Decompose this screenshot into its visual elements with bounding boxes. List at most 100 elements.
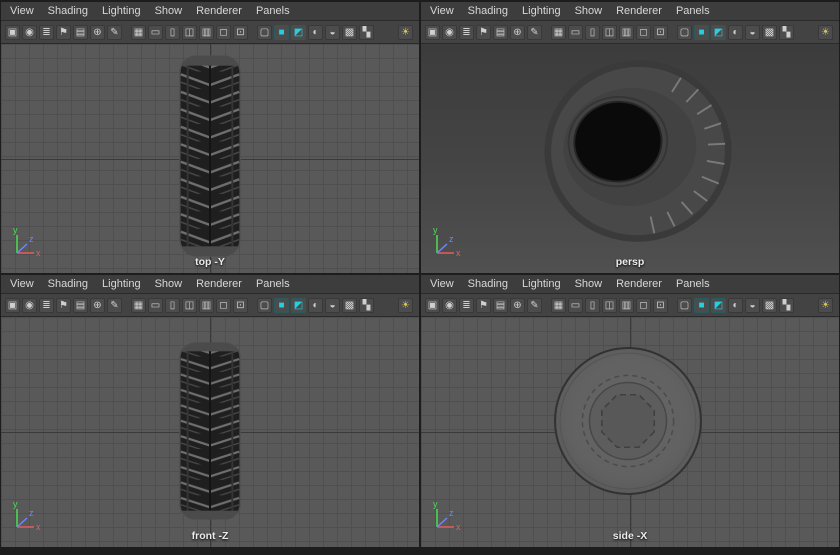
menu-lighting[interactable]: Lighting [515, 3, 568, 19]
select-camera-icon[interactable]: ▣ [425, 297, 440, 313]
film-gate-icon[interactable]: ▭ [568, 297, 583, 313]
field-chart-icon[interactable]: ▥ [619, 24, 634, 40]
select-camera-icon[interactable]: ▣ [5, 297, 20, 313]
resolution-gate-icon[interactable]: ▯ [585, 24, 600, 40]
ao-icon[interactable]: ▩ [342, 297, 357, 313]
gate-mask-icon[interactable]: ◫ [602, 24, 617, 40]
menu-shading[interactable]: Shading [461, 3, 515, 19]
textured-icon[interactable]: ◩ [711, 297, 726, 313]
resolution-gate-icon[interactable]: ▯ [585, 297, 600, 313]
bookmark-icon[interactable]: ⚑ [476, 297, 491, 313]
textured-icon[interactable]: ◩ [291, 297, 306, 313]
image-plane-icon[interactable]: ▤ [73, 297, 88, 313]
film-gate-icon[interactable]: ▭ [148, 297, 163, 313]
gate-mask-icon[interactable]: ◫ [602, 297, 617, 313]
shadows-icon[interactable]: ◒ [745, 297, 760, 313]
safe-action-icon[interactable]: ◻ [216, 297, 231, 313]
checker-icon[interactable]: ▚ [779, 297, 794, 313]
shaded-icon[interactable]: ■ [694, 297, 709, 313]
safe-action-icon[interactable]: ◻ [216, 24, 231, 40]
image-plane-icon[interactable]: ▤ [493, 297, 508, 313]
select-camera-icon[interactable]: ▣ [425, 24, 440, 40]
grease-pencil-icon[interactable]: ✎ [107, 297, 122, 313]
wireframe-icon[interactable]: ▢ [677, 24, 692, 40]
field-chart-icon[interactable]: ▥ [619, 297, 634, 313]
viewport-persp[interactable]: View Shading Lighting Show Renderer Panels ▣ ◉… [421, 2, 839, 273]
ao-icon[interactable]: ▩ [762, 24, 777, 40]
safe-action-icon[interactable]: ◻ [636, 24, 651, 40]
safe-action-icon[interactable]: ◻ [636, 297, 651, 313]
default-light-bulb-icon[interactable]: ☀ [818, 24, 833, 40]
menu-renderer[interactable]: Renderer [189, 3, 249, 19]
gate-mask-icon[interactable]: ◫ [182, 24, 197, 40]
pan-zoom-icon[interactable]: ⊕ [510, 297, 525, 313]
textured-icon[interactable]: ◩ [711, 24, 726, 40]
menu-view[interactable]: View [3, 3, 41, 19]
wireframe-icon[interactable]: ▢ [677, 297, 692, 313]
default-light-bulb-icon[interactable]: ☀ [398, 24, 413, 40]
menu-show[interactable]: Show [568, 3, 610, 19]
viewport-top-canvas[interactable]: y x z top -Y [1, 44, 419, 273]
menu-panels[interactable]: Panels [669, 3, 717, 19]
bookmark-icon[interactable]: ⚑ [476, 24, 491, 40]
lock-camera-icon[interactable]: ◉ [442, 24, 457, 40]
grease-pencil-icon[interactable]: ✎ [527, 297, 542, 313]
menu-lighting[interactable]: Lighting [515, 276, 568, 292]
menu-panels[interactable]: Panels [669, 276, 717, 292]
use-lights-icon[interactable]: ◐ [728, 24, 743, 40]
menu-view[interactable]: View [3, 276, 41, 292]
menu-lighting[interactable]: Lighting [95, 276, 148, 292]
use-lights-icon[interactable]: ◐ [308, 297, 323, 313]
ao-icon[interactable]: ▩ [342, 24, 357, 40]
camera-attributes-icon[interactable]: ≣ [459, 297, 474, 313]
image-plane-icon[interactable]: ▤ [73, 24, 88, 40]
menu-show[interactable]: Show [148, 3, 190, 19]
camera-attributes-icon[interactable]: ≣ [459, 24, 474, 40]
select-camera-icon[interactable]: ▣ [5, 24, 20, 40]
default-light-bulb-icon[interactable]: ☀ [818, 297, 833, 313]
safe-title-icon[interactable]: ⊡ [233, 297, 248, 313]
grease-pencil-icon[interactable]: ✎ [107, 24, 122, 40]
checker-icon[interactable]: ▚ [359, 297, 374, 313]
checker-icon[interactable]: ▚ [359, 24, 374, 40]
safe-title-icon[interactable]: ⊡ [233, 24, 248, 40]
viewport-persp-canvas[interactable]: y x z persp [421, 44, 839, 273]
shadows-icon[interactable]: ◒ [745, 24, 760, 40]
gate-mask-icon[interactable]: ◫ [182, 297, 197, 313]
pan-zoom-icon[interactable]: ⊕ [90, 297, 105, 313]
grid-icon[interactable]: ▦ [551, 24, 566, 40]
viewport-side[interactable]: View Shading Lighting Show Renderer Panels ▣ ◉… [421, 275, 839, 547]
shadows-icon[interactable]: ◒ [325, 297, 340, 313]
ao-icon[interactable]: ▩ [762, 297, 777, 313]
grease-pencil-icon[interactable]: ✎ [527, 24, 542, 40]
menu-show[interactable]: Show [148, 276, 190, 292]
field-chart-icon[interactable]: ▥ [199, 297, 214, 313]
viewport-front[interactable]: View Shading Lighting Show Renderer Panels ▣ ◉… [1, 275, 419, 547]
safe-title-icon[interactable]: ⊡ [653, 297, 668, 313]
menu-view[interactable]: View [423, 3, 461, 19]
viewport-front-canvas[interactable]: y x z front -Z [1, 317, 419, 547]
default-light-bulb-icon[interactable]: ☀ [398, 297, 413, 313]
menu-show[interactable]: Show [568, 276, 610, 292]
menu-renderer[interactable]: Renderer [609, 3, 669, 19]
shaded-icon[interactable]: ■ [694, 24, 709, 40]
film-gate-icon[interactable]: ▭ [568, 24, 583, 40]
textured-icon[interactable]: ◩ [291, 24, 306, 40]
pan-zoom-icon[interactable]: ⊕ [90, 24, 105, 40]
checker-icon[interactable]: ▚ [779, 24, 794, 40]
shaded-icon[interactable]: ■ [274, 24, 289, 40]
menu-shading[interactable]: Shading [41, 3, 95, 19]
menu-view[interactable]: View [423, 276, 461, 292]
lock-camera-icon[interactable]: ◉ [22, 297, 37, 313]
bookmark-icon[interactable]: ⚑ [56, 297, 71, 313]
menu-shading[interactable]: Shading [41, 276, 95, 292]
resolution-gate-icon[interactable]: ▯ [165, 24, 180, 40]
image-plane-icon[interactable]: ▤ [493, 24, 508, 40]
use-lights-icon[interactable]: ◐ [728, 297, 743, 313]
menu-renderer[interactable]: Renderer [609, 276, 669, 292]
safe-title-icon[interactable]: ⊡ [653, 24, 668, 40]
menu-panels[interactable]: Panels [249, 276, 297, 292]
menu-renderer[interactable]: Renderer [189, 276, 249, 292]
camera-attributes-icon[interactable]: ≣ [39, 297, 54, 313]
shaded-icon[interactable]: ■ [274, 297, 289, 313]
